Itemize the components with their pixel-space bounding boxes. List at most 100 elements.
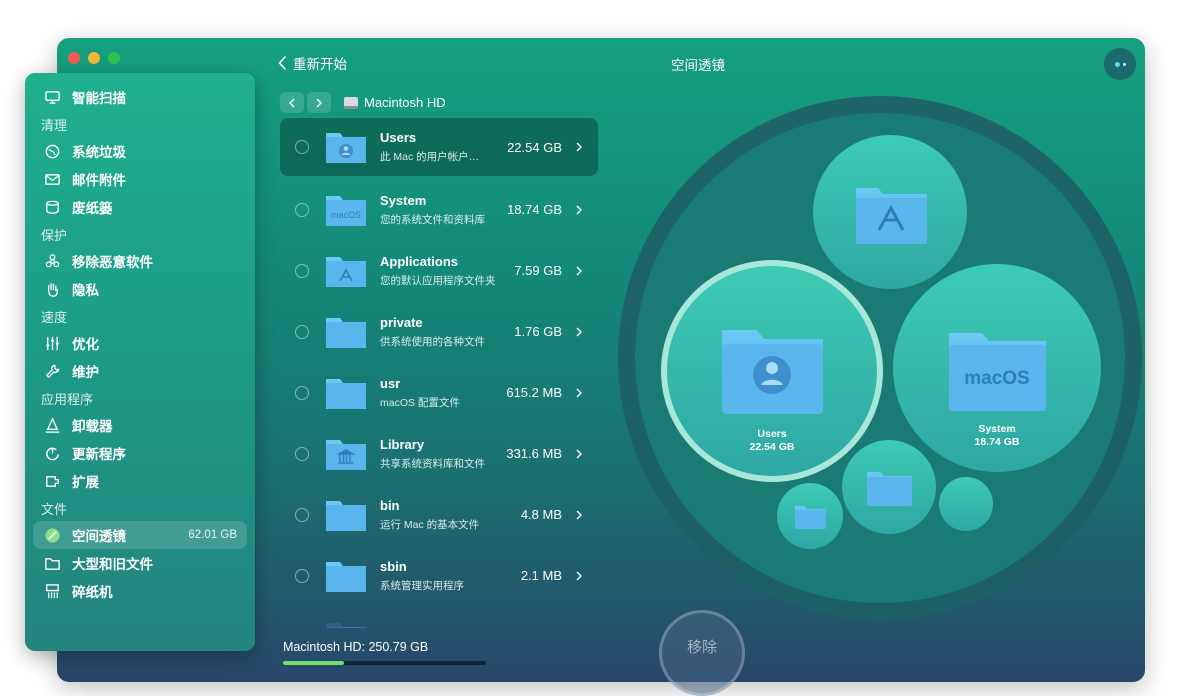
assistant-button[interactable]	[1104, 48, 1136, 80]
sidebar-item-label: 更新程序	[72, 447, 126, 462]
chevron-right-icon[interactable]	[575, 510, 583, 520]
sidebar-item-label: 大型和旧文件	[72, 557, 153, 572]
file-list: Users 此 Mac 的用户帐户… 22.54 GB macOS System 您的系统…	[280, 118, 598, 628]
sidebar-section-applications: 应用程序	[41, 392, 94, 407]
nav-back-button[interactable]	[280, 92, 304, 113]
file-meta: sbin 系统管理实用程序	[380, 559, 505, 593]
chevron-right-icon[interactable]	[575, 388, 583, 398]
file-select-checkbox[interactable]	[295, 324, 309, 339]
file-meta: Library 共享系统资料库和文件	[380, 437, 505, 471]
disk-usage-bar	[283, 661, 486, 665]
sidebar-item-mail-attachments[interactable]: 邮件附件	[25, 165, 255, 193]
disk-usage: Macintosh HD: 250.79 GB	[283, 640, 486, 665]
file-size: 615.2 MB	[506, 385, 562, 400]
folder-icon: macOS	[324, 192, 368, 228]
sidebar-item-space-lens[interactable]: 空间透镜 62.01 GB	[33, 521, 247, 549]
hand-icon	[43, 280, 61, 298]
biohazard-icon	[43, 252, 61, 270]
chevron-left-icon	[289, 98, 295, 107]
sidebar-item-label: 邮件附件	[72, 173, 126, 188]
folder-icon	[324, 619, 368, 628]
sidebar-item-system-junk[interactable]: 系统垃圾	[25, 137, 255, 165]
sidebar-item-label: 隐私	[72, 283, 99, 298]
remove-button[interactable]: 移除	[659, 610, 745, 696]
chevron-right-icon[interactable]	[575, 571, 583, 581]
file-size: 7.59 GB	[514, 263, 562, 278]
trash-icon	[43, 198, 61, 216]
sidebar-item-label: 卸载器	[72, 419, 113, 434]
shredder-icon	[43, 582, 61, 600]
chevron-right-icon[interactable]	[575, 449, 583, 459]
assistant-small-dot-icon	[1122, 62, 1126, 66]
file-row[interactable]: macOS System 您的系统文件和资料库 18.74 GB	[280, 179, 598, 240]
sidebar-item-large-old-files[interactable]: 大型和旧文件	[25, 549, 255, 577]
file-row[interactable]: sbin 系统管理实用程序 2.1 MB	[280, 545, 598, 606]
file-row[interactable]: Users 此 Mac 的用户帐户… 22.54 GB	[280, 118, 598, 176]
update-icon	[43, 444, 61, 462]
file-select-checkbox[interactable]	[295, 385, 309, 400]
file-name: private	[380, 314, 423, 330]
folder-icon	[324, 436, 368, 472]
sidebar-item-smart-scan[interactable]: 智能扫描	[25, 83, 255, 111]
file-meta: home	[380, 627, 505, 628]
file-size: 2.1 MB	[520, 568, 562, 583]
file-meta: usr macOS 配置文件	[380, 376, 505, 410]
file-select-checkbox[interactable]	[295, 202, 309, 217]
sidebar-item-malware-removal[interactable]: 移除恶意软件	[25, 247, 255, 275]
sidebar: 智能扫描 清理 系统垃圾 邮件附件 废纸篓 保护 移除恶意软件 隐私 速度 优化…	[25, 73, 255, 651]
file-description: 运行 Mac 的基本文件	[380, 518, 480, 531]
file-select-checkbox[interactable]	[295, 568, 309, 583]
file-meta: private 供系统使用的各种文件	[380, 315, 505, 349]
file-row[interactable]: private 供系统使用的各种文件 1.76 GB	[280, 301, 598, 362]
folder-icon	[324, 253, 368, 289]
chevron-right-icon[interactable]	[575, 266, 583, 276]
file-meta: bin 运行 Mac 的基本文件	[380, 498, 505, 532]
sidebar-item-privacy[interactable]: 隐私	[25, 275, 255, 303]
breadcrumb-location[interactable]: Macintosh HD	[344, 95, 446, 110]
file-name: Library	[380, 436, 425, 452]
chevron-right-icon[interactable]	[575, 142, 583, 152]
nav-forward-button[interactable]	[307, 92, 331, 113]
space-lens-icon	[43, 526, 61, 544]
sidebar-item-label: 系统垃圾	[72, 145, 126, 160]
sidebar-item-optimization[interactable]: 优化	[25, 329, 255, 357]
folder-icon	[324, 129, 368, 165]
sidebar-item-extensions[interactable]: 扩展	[25, 467, 255, 495]
sidebar-item-label: 扩展	[72, 475, 99, 490]
extension-icon	[43, 472, 61, 490]
wrench-icon	[43, 362, 61, 380]
sidebar-item-shredder[interactable]: 碎纸机	[25, 577, 255, 605]
sidebar-section-cleanup: 清理	[41, 118, 68, 133]
file-description: 您的默认应用程序文件夹	[380, 274, 496, 287]
disk-usage-fill	[283, 661, 344, 665]
file-select-checkbox[interactable]	[295, 507, 309, 522]
file-size: 18.74 GB	[507, 202, 562, 217]
sidebar-item-maintenance[interactable]: 维护	[25, 357, 255, 385]
sidebar-section-speed: 速度	[41, 310, 68, 325]
chevron-right-icon[interactable]	[575, 327, 583, 337]
file-description: 此 Mac 的用户帐户…	[380, 151, 480, 163]
file-description: 共享系统资料库和文件	[380, 457, 485, 470]
sidebar-item-label: 维护	[72, 365, 99, 380]
chevron-right-icon	[316, 98, 322, 107]
file-name: bin	[380, 497, 400, 513]
mail-icon	[43, 170, 61, 188]
file-row[interactable]: Library 共享系统资料库和文件 331.6 MB	[280, 423, 598, 484]
file-row[interactable]: bin 运行 Mac 的基本文件 4.8 MB	[280, 484, 598, 545]
sidebar-item-trash[interactable]: 废纸篓	[25, 193, 255, 221]
file-size: 1.76 GB	[514, 324, 562, 339]
file-select-checkbox[interactable]	[295, 263, 309, 278]
chevron-right-icon[interactable]	[575, 205, 583, 215]
file-select-checkbox[interactable]	[295, 446, 309, 461]
folder-icon	[324, 497, 368, 533]
file-row[interactable]: Applications 您的默认应用程序文件夹 7.59 GB	[280, 240, 598, 301]
space-lens-size: 62.01 GB	[188, 529, 237, 541]
file-row[interactable]: usr macOS 配置文件 615.2 MB	[280, 362, 598, 423]
sidebar-item-label: 废纸篓	[72, 201, 113, 216]
sidebar-item-label: 移除恶意软件	[72, 255, 153, 270]
sidebar-item-updater[interactable]: 更新程序	[25, 439, 255, 467]
file-select-checkbox[interactable]	[295, 140, 309, 154]
file-meta: System 您的系统文件和资料库	[380, 193, 505, 227]
file-row[interactable]: home	[280, 606, 598, 628]
sidebar-item-uninstaller[interactable]: 卸载器	[25, 411, 255, 439]
